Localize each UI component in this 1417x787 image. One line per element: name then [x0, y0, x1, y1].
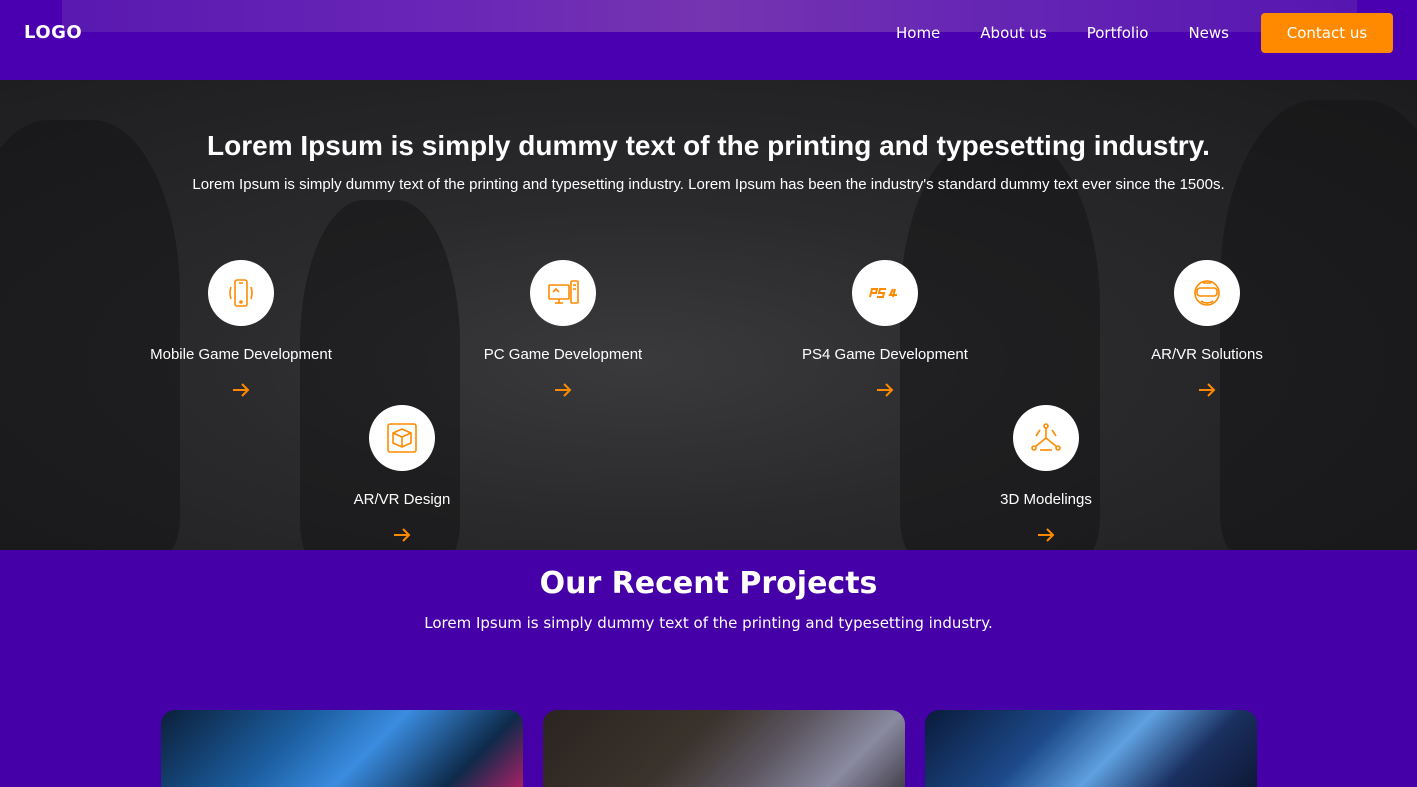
arrow-right-icon[interactable]: [393, 528, 411, 542]
logo[interactable]: LOGO: [24, 22, 82, 43]
service-icon-wrapper: [852, 260, 918, 326]
service-icon-wrapper: [369, 405, 435, 471]
3d-model-icon: [1031, 423, 1061, 451]
nav-home[interactable]: Home: [896, 24, 940, 42]
arrow-right-icon[interactable]: [1198, 383, 1216, 397]
main-nav: Home About us Portfolio News Contact us: [896, 13, 1393, 53]
service-label: Mobile Game Development: [150, 346, 332, 363]
service-label: AR/VR Solutions: [1151, 346, 1263, 363]
vr-headset-icon: [1194, 280, 1220, 306]
project-card-esports[interactable]: [543, 710, 905, 787]
nav-news[interactable]: News: [1188, 24, 1229, 42]
service-icon-wrapper: [208, 260, 274, 326]
service-label: 3D Modelings: [1000, 491, 1092, 508]
service-label: PC Game Development: [483, 346, 643, 363]
nav-about-us[interactable]: About us: [980, 24, 1046, 42]
service-label: PS4 Game Development: [802, 346, 968, 363]
service-ps4-game: PS4 Game Development: [765, 260, 1005, 397]
mobile-icon: [229, 279, 253, 307]
project-card-arcade[interactable]: [161, 710, 523, 787]
ps4-icon: [869, 288, 897, 298]
arrow-right-icon[interactable]: [554, 383, 572, 397]
contact-us-button[interactable]: Contact us: [1261, 13, 1393, 53]
service-pc-game: PC Game Development: [443, 260, 683, 397]
projects-section: Our Recent Projects Lorem Ipsum is simpl…: [0, 550, 1417, 787]
services-section: Lorem Ipsum is simply dummy text of the …: [0, 80, 1417, 550]
service-icon-wrapper: [1174, 260, 1240, 326]
service-ar-vr-design: AR/VR Design: [282, 405, 522, 542]
service-3d-modelings: 3D Modelings: [926, 405, 1166, 542]
projects-title: Our Recent Projects: [539, 566, 878, 601]
cube-icon: [387, 423, 417, 453]
service-ar-vr-solutions: AR/VR Solutions: [1087, 260, 1327, 397]
services-title: Lorem Ipsum is simply dummy text of the …: [207, 130, 1210, 161]
projects-subtitle: Lorem Ipsum is simply dummy text of the …: [424, 614, 993, 632]
nav-portfolio[interactable]: Portfolio: [1087, 24, 1149, 42]
arrow-right-icon[interactable]: [232, 383, 250, 397]
services-subtitle: Lorem Ipsum is simply dummy text of the …: [192, 176, 1225, 193]
pc-icon: [548, 280, 579, 304]
service-mobile-game: Mobile Game Development: [121, 260, 361, 397]
arrow-right-icon[interactable]: [1037, 528, 1055, 542]
arrow-right-icon[interactable]: [876, 383, 894, 397]
service-icon-wrapper: [1013, 405, 1079, 471]
header: LOGO Home About us Portfolio News Contac…: [0, 0, 1417, 80]
service-label: AR/VR Design: [353, 491, 451, 508]
project-card-pc-build[interactable]: [925, 710, 1257, 787]
service-icon-wrapper: [530, 260, 596, 326]
